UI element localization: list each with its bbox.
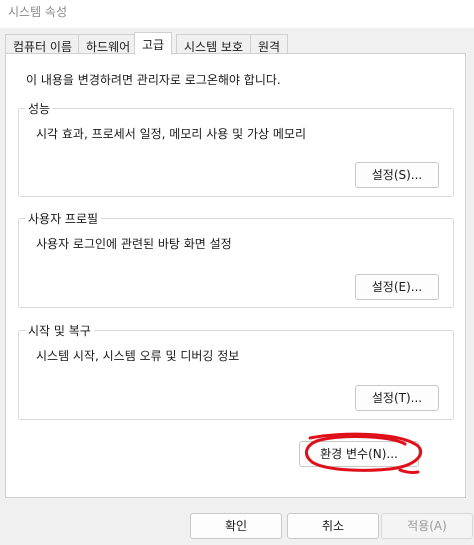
startup-recovery-group: 시작 및 복구 시스템 시작, 시스템 오류 및 디버깅 정보 설정(T)... xyxy=(18,322,454,420)
user-profiles-group: 사용자 프로필 사용자 로그인에 관련된 바탕 화면 설정 설정(E)... xyxy=(18,210,454,308)
user-profiles-description: 사용자 로그인에 관련된 바탕 화면 설정 xyxy=(36,237,232,251)
startup-recovery-group-title: 시작 및 복구 xyxy=(25,322,94,339)
tab-computer-name[interactable]: 컴퓨터 이름 xyxy=(5,34,81,54)
environment-variables-button[interactable]: 환경 변수(N)... xyxy=(299,441,419,467)
cancel-button[interactable]: 취소 xyxy=(287,513,379,539)
performance-group-title: 성능 xyxy=(25,100,54,117)
startup-recovery-settings-button[interactable]: 설정(T)... xyxy=(355,385,439,411)
tab-system-protection[interactable]: 시스템 보호 xyxy=(176,34,252,54)
title-bar: 시스템 속성 xyxy=(0,0,474,28)
advanced-tab-panel: 이 내용을 변경하려면 관리자로 로그온해야 합니다. 성능 시각 효과, 프로… xyxy=(5,53,466,498)
window-title: 시스템 속성 xyxy=(8,5,68,19)
tab-strip: 컴퓨터 이름 하드웨어 고급 시스템 보호 원격 xyxy=(0,32,474,55)
admin-notice: 이 내용을 변경하려면 관리자로 로그온해야 합니다. xyxy=(26,73,281,87)
performance-group: 성능 시각 효과, 프로세서 일정, 메모리 사용 및 가상 메모리 설정(S)… xyxy=(18,100,454,197)
tab-advanced[interactable]: 고급 xyxy=(134,32,173,55)
performance-description: 시각 효과, 프로세서 일정, 메모리 사용 및 가상 메모리 xyxy=(36,127,306,141)
performance-settings-button[interactable]: 설정(S)... xyxy=(355,162,439,188)
user-profiles-group-title: 사용자 프로필 xyxy=(25,210,102,227)
user-profiles-settings-button[interactable]: 설정(E)... xyxy=(355,274,439,300)
tab-remote[interactable]: 원격 xyxy=(250,34,289,54)
ok-button[interactable]: 확인 xyxy=(190,513,282,539)
tab-hardware[interactable]: 하드웨어 xyxy=(78,34,139,54)
apply-button[interactable]: 적용(A) xyxy=(381,513,473,539)
startup-recovery-description: 시스템 시작, 시스템 오류 및 디버깅 정보 xyxy=(36,349,240,363)
